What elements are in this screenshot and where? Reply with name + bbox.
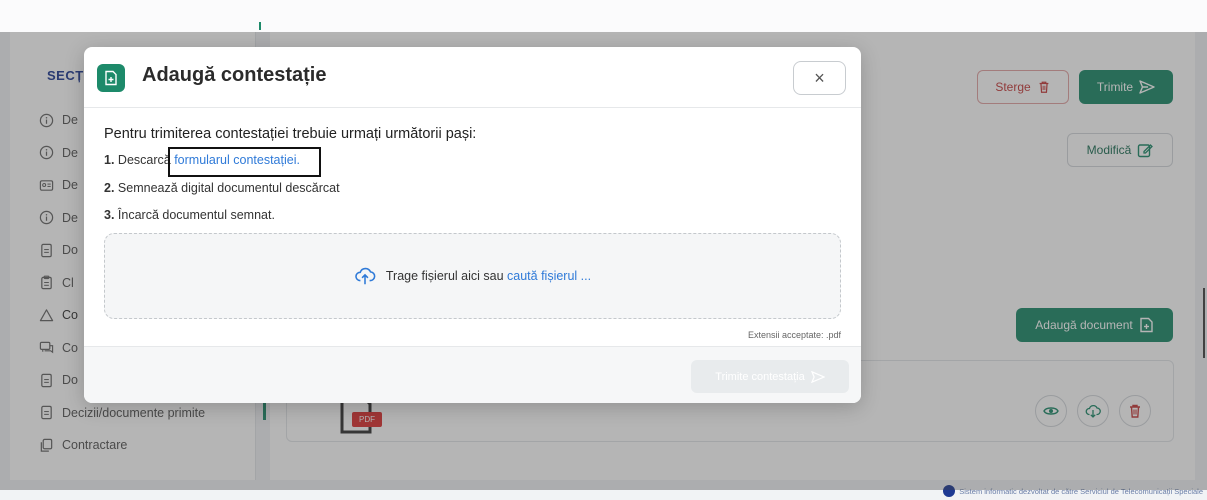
step-text: Semnează digital documentul descărcat bbox=[117, 181, 340, 195]
modal-footer: Trimite contestația bbox=[84, 346, 861, 403]
accent-mark bbox=[259, 22, 261, 30]
step-number: 3. bbox=[104, 208, 115, 222]
close-button[interactable]: × bbox=[793, 61, 846, 95]
dropzone-text: Trage fișierul aici sau caută fișierul .… bbox=[385, 269, 592, 283]
step-1: 1. Descarcă formularul contestației. bbox=[104, 153, 300, 167]
cloud-upload-icon bbox=[355, 267, 376, 285]
instructions-heading: Pentru trimiterea contestației trebuie u… bbox=[104, 126, 477, 142]
close-icon: × bbox=[814, 67, 825, 88]
step-number: 1. bbox=[104, 153, 115, 167]
file-dropzone[interactable]: Trage fișierul aici sau caută fișierul .… bbox=[104, 233, 841, 319]
step-number: 2. bbox=[104, 181, 115, 195]
accepted-extensions-note: Extensii acceptate: .pdf bbox=[747, 330, 841, 340]
download-form-link[interactable]: formularul contestației. bbox=[174, 153, 300, 167]
modal-title: Adaugă contestație bbox=[142, 64, 327, 86]
modal-header: Adaugă contestație × bbox=[84, 47, 861, 108]
top-bar bbox=[0, 0, 1207, 32]
step-text: Descarcă bbox=[117, 153, 175, 167]
submit-appeal-button[interactable]: Trimite contestația bbox=[691, 360, 849, 393]
step-text: Încarcă documentul semnat. bbox=[117, 208, 275, 222]
step-2: 2. Semnează digital documentul descărcat bbox=[104, 181, 340, 195]
send-icon bbox=[810, 370, 825, 383]
step-3: 3. Încarcă documentul semnat. bbox=[104, 208, 275, 222]
file-plus-icon bbox=[97, 64, 125, 92]
add-appeal-modal: Adaugă contestație × Pentru trimiterea c… bbox=[84, 47, 861, 403]
submit-appeal-label: Trimite contestația bbox=[715, 370, 805, 383]
browse-file-link[interactable]: caută fișierul ... bbox=[507, 269, 591, 283]
